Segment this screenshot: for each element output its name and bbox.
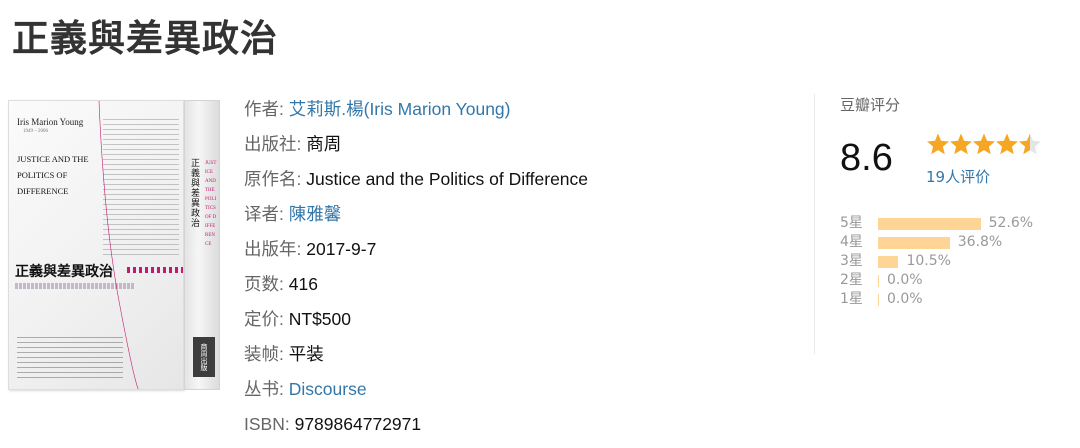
author-link[interactable]: 艾莉斯.楊(Iris Marion Young): [289, 99, 511, 119]
binding-value: 平装: [288, 344, 324, 364]
info-binding-row: 装帧: 平装: [244, 339, 588, 374]
star-icon: [950, 133, 972, 155]
author-label: 作者:: [244, 99, 284, 119]
rating-count-link[interactable]: 19人评价: [926, 166, 990, 187]
rating-bar: [878, 236, 950, 249]
info-publisher-row: 出版社: 商周: [244, 129, 588, 164]
page-title: 正義與差異政治: [12, 17, 278, 60]
pub-year-label: 出版年:: [244, 239, 302, 259]
book-cover-image[interactable]: Iris Marion Young 1949 – 2006 JUSTICE AN…: [8, 94, 220, 394]
spine-title-zh: 正義與差異政治: [191, 159, 201, 229]
info-original-title-row: 原作名: Justice and the Politics of Differe…: [244, 164, 588, 199]
isbn-value: 9789864772971: [294, 414, 422, 434]
rating-bar: [878, 217, 981, 230]
info-author-row: 作者: 艾莉斯.楊(Iris Marion Young): [244, 94, 588, 129]
star-icon: [1019, 133, 1041, 155]
rating-stars: [927, 133, 1041, 155]
rating-row: 4星 36.8%: [840, 233, 1033, 252]
rating-bar: [878, 255, 899, 268]
info-translator-row: 译者: 陳雅馨: [244, 199, 588, 234]
publisher-label: 出版社:: [244, 134, 302, 154]
publisher-value: 商周: [306, 134, 342, 154]
star-icon: [996, 133, 1018, 155]
binding-label: 装帧:: [244, 344, 284, 364]
rating-row-label: 2星: [840, 272, 863, 288]
series-link[interactable]: Discourse: [289, 379, 367, 399]
translator-label: 译者:: [244, 204, 284, 224]
info-isbn-row: ISBN: 9789864772971: [244, 409, 588, 444]
rating-percent: 0.0%: [887, 291, 923, 307]
original-title-value: Justice and the Politics of Difference: [306, 169, 589, 189]
pages-label: 页数:: [244, 274, 284, 294]
info-price-row: 定价: NT$500: [244, 304, 588, 339]
rating-bar: [878, 293, 879, 306]
rating-row: 3星 10.5%: [840, 252, 1033, 271]
spine-title-en: JUSTICE AND THE POLITICS OF DIFFERENCE: [205, 161, 217, 247]
rating-title: 豆瓣评分: [840, 96, 901, 114]
book-cover-front: Iris Marion Young 1949 – 2006 JUSTICE AN…: [8, 100, 184, 390]
rating-row-label: 4星: [840, 234, 863, 250]
rating-row-label: 1星: [840, 291, 863, 307]
book-spine: 正義與差異政治 JUSTICE AND THE POLITICS OF DIFF…: [184, 100, 220, 390]
rating-panel: 豆瓣评分 8.6 19人评价 5星 52.6% 4星 36.8% 3星 10.5% 2星 0.…: [840, 94, 1070, 307]
rating-row-label: 5星: [840, 215, 863, 231]
publisher-logo: 商周出版: [193, 337, 215, 377]
rating-row: 1星 0.0%: [840, 290, 1033, 309]
rating-percent: 0.0%: [887, 272, 923, 288]
rating-row-label: 3星: [840, 253, 863, 269]
cover-decorative-line: [98, 101, 139, 389]
rating-percent: 52.6%: [988, 215, 1034, 231]
book-info: 作者: 艾莉斯.楊(Iris Marion Young) 出版社: 商周 原作名…: [244, 94, 588, 444]
original-title-label: 原作名:: [244, 169, 302, 189]
rating-bar: [878, 274, 879, 287]
rating-row: 5星 52.6%: [840, 214, 1033, 233]
price-value: NT$500: [288, 309, 352, 329]
pub-year-value: 2017-9-7: [306, 239, 377, 259]
section-divider: [814, 94, 815, 354]
series-label: 丛书:: [244, 379, 284, 399]
rating-row: 2星 0.0%: [840, 271, 1033, 290]
rating-percent: 36.8%: [957, 234, 1003, 250]
star-icon: [973, 133, 995, 155]
info-series-row: 丛书: Discourse: [244, 374, 588, 409]
rating-score: 8.6: [840, 137, 893, 179]
rating-percent: 10.5%: [906, 253, 951, 269]
pages-value: 416: [288, 274, 318, 294]
rating-distribution: 5星 52.6% 4星 36.8% 3星 10.5% 2星 0.0% 1星 0.0%: [840, 214, 1033, 309]
price-label: 定价:: [244, 309, 284, 329]
translator-link[interactable]: 陳雅馨: [289, 204, 342, 224]
info-pages-row: 页数: 416: [244, 269, 588, 304]
info-pub-year-row: 出版年: 2017-9-7: [244, 234, 588, 269]
star-icon: [927, 133, 949, 155]
isbn-label: ISBN:: [244, 414, 290, 434]
